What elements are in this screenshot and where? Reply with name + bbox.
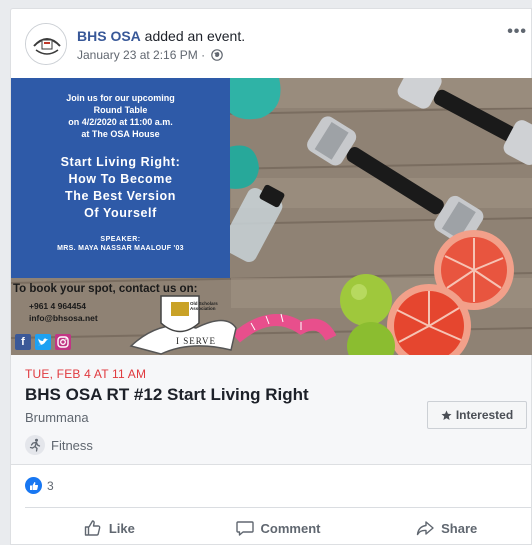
meta-separator: ·	[197, 48, 209, 62]
event-title[interactable]: BHS OSA RT #12 Start Living Right	[25, 385, 309, 405]
twitter-icon	[35, 334, 51, 350]
bhs-osa-logo-icon	[26, 24, 66, 64]
event-headline: Start Living Right: How To Become The Be…	[11, 154, 230, 222]
event-location: Brummana	[25, 410, 89, 425]
share-icon	[416, 521, 434, 536]
more-options-icon[interactable]: •••	[507, 23, 527, 41]
like-label: Like	[108, 520, 135, 536]
booking-text: To book your spot, contact us on:	[13, 283, 198, 295]
post-header: BHS OSA added an event. January 23 at 2:…	[11, 9, 531, 77]
event-post-card: BHS OSA added an event. January 23 at 2:…	[10, 8, 532, 545]
event-cover-image[interactable]: Join us for our upcoming Round Table on …	[11, 78, 532, 355]
like-reaction-icon	[25, 477, 42, 494]
osa-name: Old Scholars Association	[190, 301, 218, 311]
osa-name-line: Association	[190, 306, 216, 311]
headline-line: Start Living Right:	[60, 155, 181, 169]
contact-email: info@bhsosa.net	[29, 313, 98, 323]
contact-phone: +961 4 964454	[29, 301, 86, 311]
star-icon	[441, 410, 452, 420]
post-actions-bar: Like Comment Share	[25, 514, 531, 542]
post-author-line: BHS OSA added an event.	[77, 28, 245, 44]
facebook-icon: f	[15, 334, 31, 350]
headline-line: How To Become	[68, 172, 173, 186]
share-label: Share	[441, 520, 478, 536]
reaction-summary[interactable]: 3	[25, 477, 54, 494]
invite-line: Round Table	[93, 105, 148, 115]
invite-line: on 4/2/2020 at 11:00 a.m.	[68, 117, 173, 127]
instagram-icon	[55, 334, 71, 350]
headline-line: Of Yourself	[84, 206, 157, 220]
serve-motto: I SERVE	[175, 336, 217, 346]
speaker-name: MRS. MAYA NASSAR MAALOUF '03	[57, 245, 184, 252]
post-timestamp[interactable]: January 23 at 2:16 PM	[77, 48, 198, 62]
event-date: TUE, FEB 4 AT 11 AM	[25, 367, 147, 381]
event-category-label: Fitness	[51, 437, 93, 453]
reaction-count: 3	[47, 478, 54, 493]
like-button[interactable]: Like	[25, 514, 194, 542]
interested-button[interactable]: Interested	[427, 401, 527, 429]
running-person-icon	[25, 435, 45, 455]
page-avatar[interactable]	[25, 23, 67, 65]
event-details[interactable]: TUE, FEB 4 AT 11 AM BHS OSA RT #12 Start…	[11, 355, 531, 465]
post-meta: January 23 at 2:16 PM ·	[77, 48, 224, 64]
comment-icon	[235, 521, 254, 536]
comment-label: Comment	[260, 520, 321, 536]
thumbs-up-icon	[84, 520, 101, 536]
page-name-link[interactable]: BHS OSA	[77, 28, 141, 44]
globe-icon	[211, 49, 224, 64]
invite-text: Join us for our upcoming Round Table on …	[11, 92, 230, 140]
actions-divider	[25, 507, 531, 508]
event-info-panel: Join us for our upcoming Round Table on …	[11, 78, 230, 278]
invite-line: Join us for our upcoming	[66, 93, 175, 103]
headline-line: The Best Version	[64, 189, 177, 203]
invite-line: at The OSA House	[81, 129, 160, 139]
contact-details: +961 4 964454 info@bhsosa.net	[29, 300, 98, 324]
share-button[interactable]: Share	[362, 514, 531, 542]
social-icons: f	[15, 334, 71, 350]
speaker-label: SPEAKER:	[100, 236, 141, 243]
post-action-text: added an event.	[140, 28, 246, 44]
interested-label: Interested	[455, 408, 514, 422]
event-category: Fitness	[25, 435, 93, 455]
comment-button[interactable]: Comment	[194, 514, 363, 542]
